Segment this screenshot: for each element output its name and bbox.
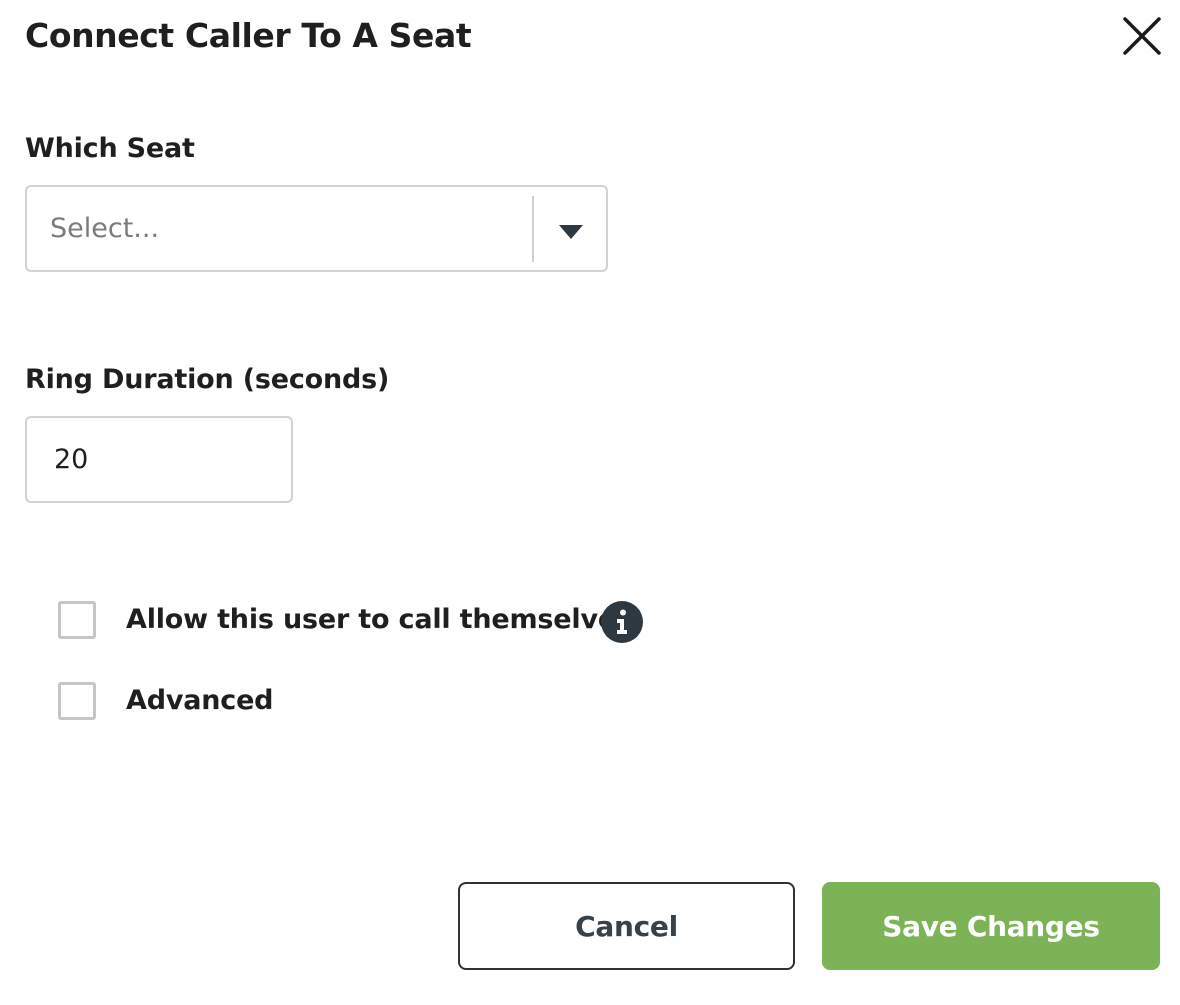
save-changes-button[interactable]: Save Changes — [822, 882, 1160, 970]
advanced-option[interactable]: Advanced — [58, 680, 274, 722]
ring-duration-label: Ring Duration (seconds) — [25, 364, 390, 395]
ring-duration-input[interactable] — [25, 416, 293, 503]
caret-down-icon[interactable] — [558, 224, 584, 244]
allow-self-call-label: Allow this user to call themselves — [126, 604, 632, 635]
close-button[interactable] — [1118, 12, 1166, 60]
dialog-title: Connect Caller To A Seat — [25, 16, 472, 55]
which-seat-label: Which Seat — [25, 133, 195, 164]
advanced-checkbox[interactable] — [58, 682, 96, 720]
close-icon — [1123, 17, 1161, 55]
info-icon[interactable] — [601, 601, 643, 643]
advanced-label: Advanced — [126, 685, 274, 716]
select-divider — [532, 196, 534, 262]
allow-self-call-checkbox[interactable] — [58, 601, 96, 639]
cancel-button[interactable]: Cancel — [458, 882, 795, 970]
seat-select-placeholder: Select... — [50, 213, 160, 244]
allow-self-call-option[interactable]: Allow this user to call themselves — [58, 599, 632, 641]
seat-select[interactable]: Select... — [25, 185, 608, 272]
